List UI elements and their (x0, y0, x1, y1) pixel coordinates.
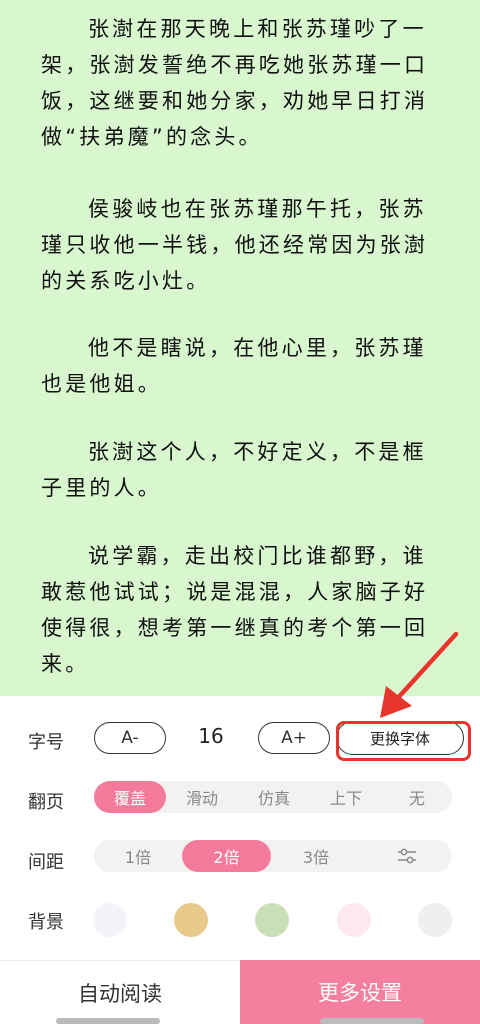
more-settings-button[interactable]: 更多设置 (240, 960, 480, 1024)
bottom-action-bar: 自动阅读 更多设置 (0, 960, 480, 1024)
annotation-arrow (380, 631, 459, 718)
spacing-custom-button[interactable] (361, 840, 452, 872)
background-swatch-green[interactable] (255, 903, 289, 937)
page-turn-option-none[interactable]: 无 (382, 781, 452, 813)
spacing-label: 间距 (28, 852, 64, 873)
nav-hint-left (56, 1018, 160, 1024)
page-turn-selector: 覆盖 滑动 仿真 上下 无 (94, 781, 452, 813)
page-turn-label: 翻页 (28, 792, 64, 813)
background-label: 背景 (28, 912, 64, 933)
spacing-selector: 1倍 2倍 3倍 (94, 840, 452, 872)
page-turn-option-simulate[interactable]: 仿真 (238, 781, 310, 813)
page-turn-option-vertical[interactable]: 上下 (310, 781, 382, 813)
paragraph-3: 他不是瞎说，在他心里，张苏瑾也是他姐。 (41, 336, 427, 396)
paragraph-4: 张澍这个人，不好定义，不是框子里的人。 (41, 440, 427, 500)
reading-area[interactable]: 张澍在那天晚上和张苏瑾吵了一架，张澍发誓绝不再吃她张苏瑾一口饭，这继要和她分家，… (0, 0, 480, 696)
spacing-option-3x[interactable]: 3倍 (271, 840, 361, 872)
spacing-option-2x[interactable]: 2倍 (182, 840, 271, 872)
font-size-value: 16 (198, 724, 224, 748)
background-swatch-tan[interactable] (174, 903, 208, 937)
paragraph-2: 侯骏岐也在张苏瑾那午托，张苏瑾只收他一半钱，他还经常因为张澍的关系吃小灶。 (41, 197, 429, 293)
reader-page: 张澍在那天晚上和张苏瑾吵了一架，张澍发誓绝不再吃她张苏瑾一口饭，这继要和她分家，… (0, 0, 480, 1024)
spacing-option-1x[interactable]: 1倍 (94, 840, 182, 872)
font-size-label: 字号 (28, 732, 64, 753)
nav-hint-right (320, 1018, 424, 1024)
paragraph-1: 张澍在那天晚上和张苏瑾吵了一架，张澍发誓绝不再吃她张苏瑾一口饭，这继要和她分家，… (41, 17, 429, 149)
decrease-font-button[interactable]: A- (94, 722, 166, 754)
background-swatch-white[interactable] (93, 903, 127, 937)
auto-read-button[interactable]: 自动阅读 (0, 960, 240, 1024)
sliders-icon (397, 848, 416, 864)
change-font-button[interactable]: 更换字体 (336, 721, 464, 755)
background-swatch-gray[interactable] (418, 903, 452, 937)
page-turn-option-cover[interactable]: 覆盖 (94, 781, 166, 813)
increase-font-button[interactable]: A+ (258, 722, 330, 754)
page-turn-option-slide[interactable]: 滑动 (166, 781, 238, 813)
background-swatch-pink[interactable] (337, 903, 371, 937)
